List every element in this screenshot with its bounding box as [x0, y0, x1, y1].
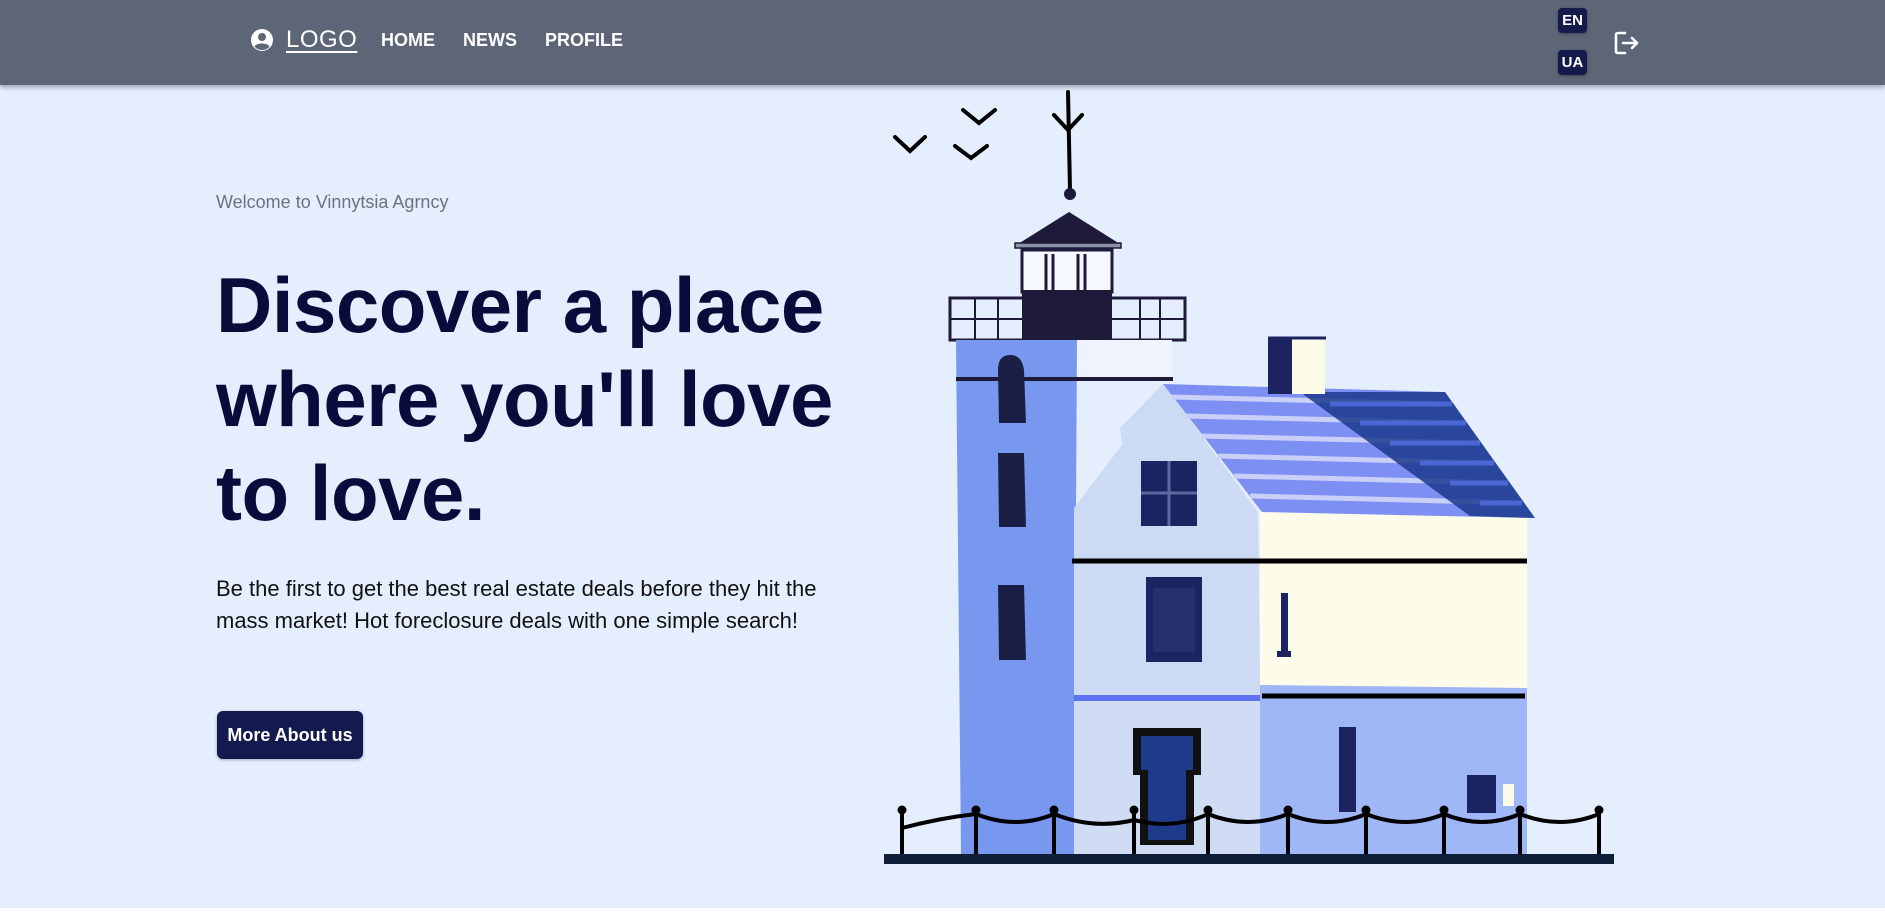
hero-subtext: Be the first to get the best real estate…: [216, 576, 817, 633]
more-about-us-button[interactable]: More About us: [217, 711, 363, 759]
account-circle-icon: [251, 29, 273, 51]
main-nav: HOME NEWS PROFILE: [381, 30, 623, 51]
logout-icon[interactable]: [1612, 28, 1642, 58]
hero-headline: Discover a place where you'll love to lo…: [216, 261, 833, 537]
nav-profile[interactable]: PROFILE: [545, 30, 623, 51]
nav-home[interactable]: HOME: [381, 30, 435, 51]
birds-icon: [893, 108, 997, 161]
welcome-text: Welcome to Vinnytsia Agrncy: [216, 192, 449, 212]
nav-news[interactable]: NEWS: [463, 30, 517, 51]
logo-text[interactable]: LOGO: [286, 26, 357, 54]
brand[interactable]: LOGO: [250, 26, 357, 54]
hero-section: Welcome to Vinnytsia Agrncy Discover a p…: [0, 85, 1885, 908]
top-navbar: LOGO HOME NEWS PROFILE EN UA: [0, 0, 1885, 85]
lighthouse-house-illustration: [884, 90, 1614, 864]
lang-ua-button[interactable]: UA: [1558, 50, 1587, 75]
lang-en-button[interactable]: EN: [1558, 8, 1587, 33]
